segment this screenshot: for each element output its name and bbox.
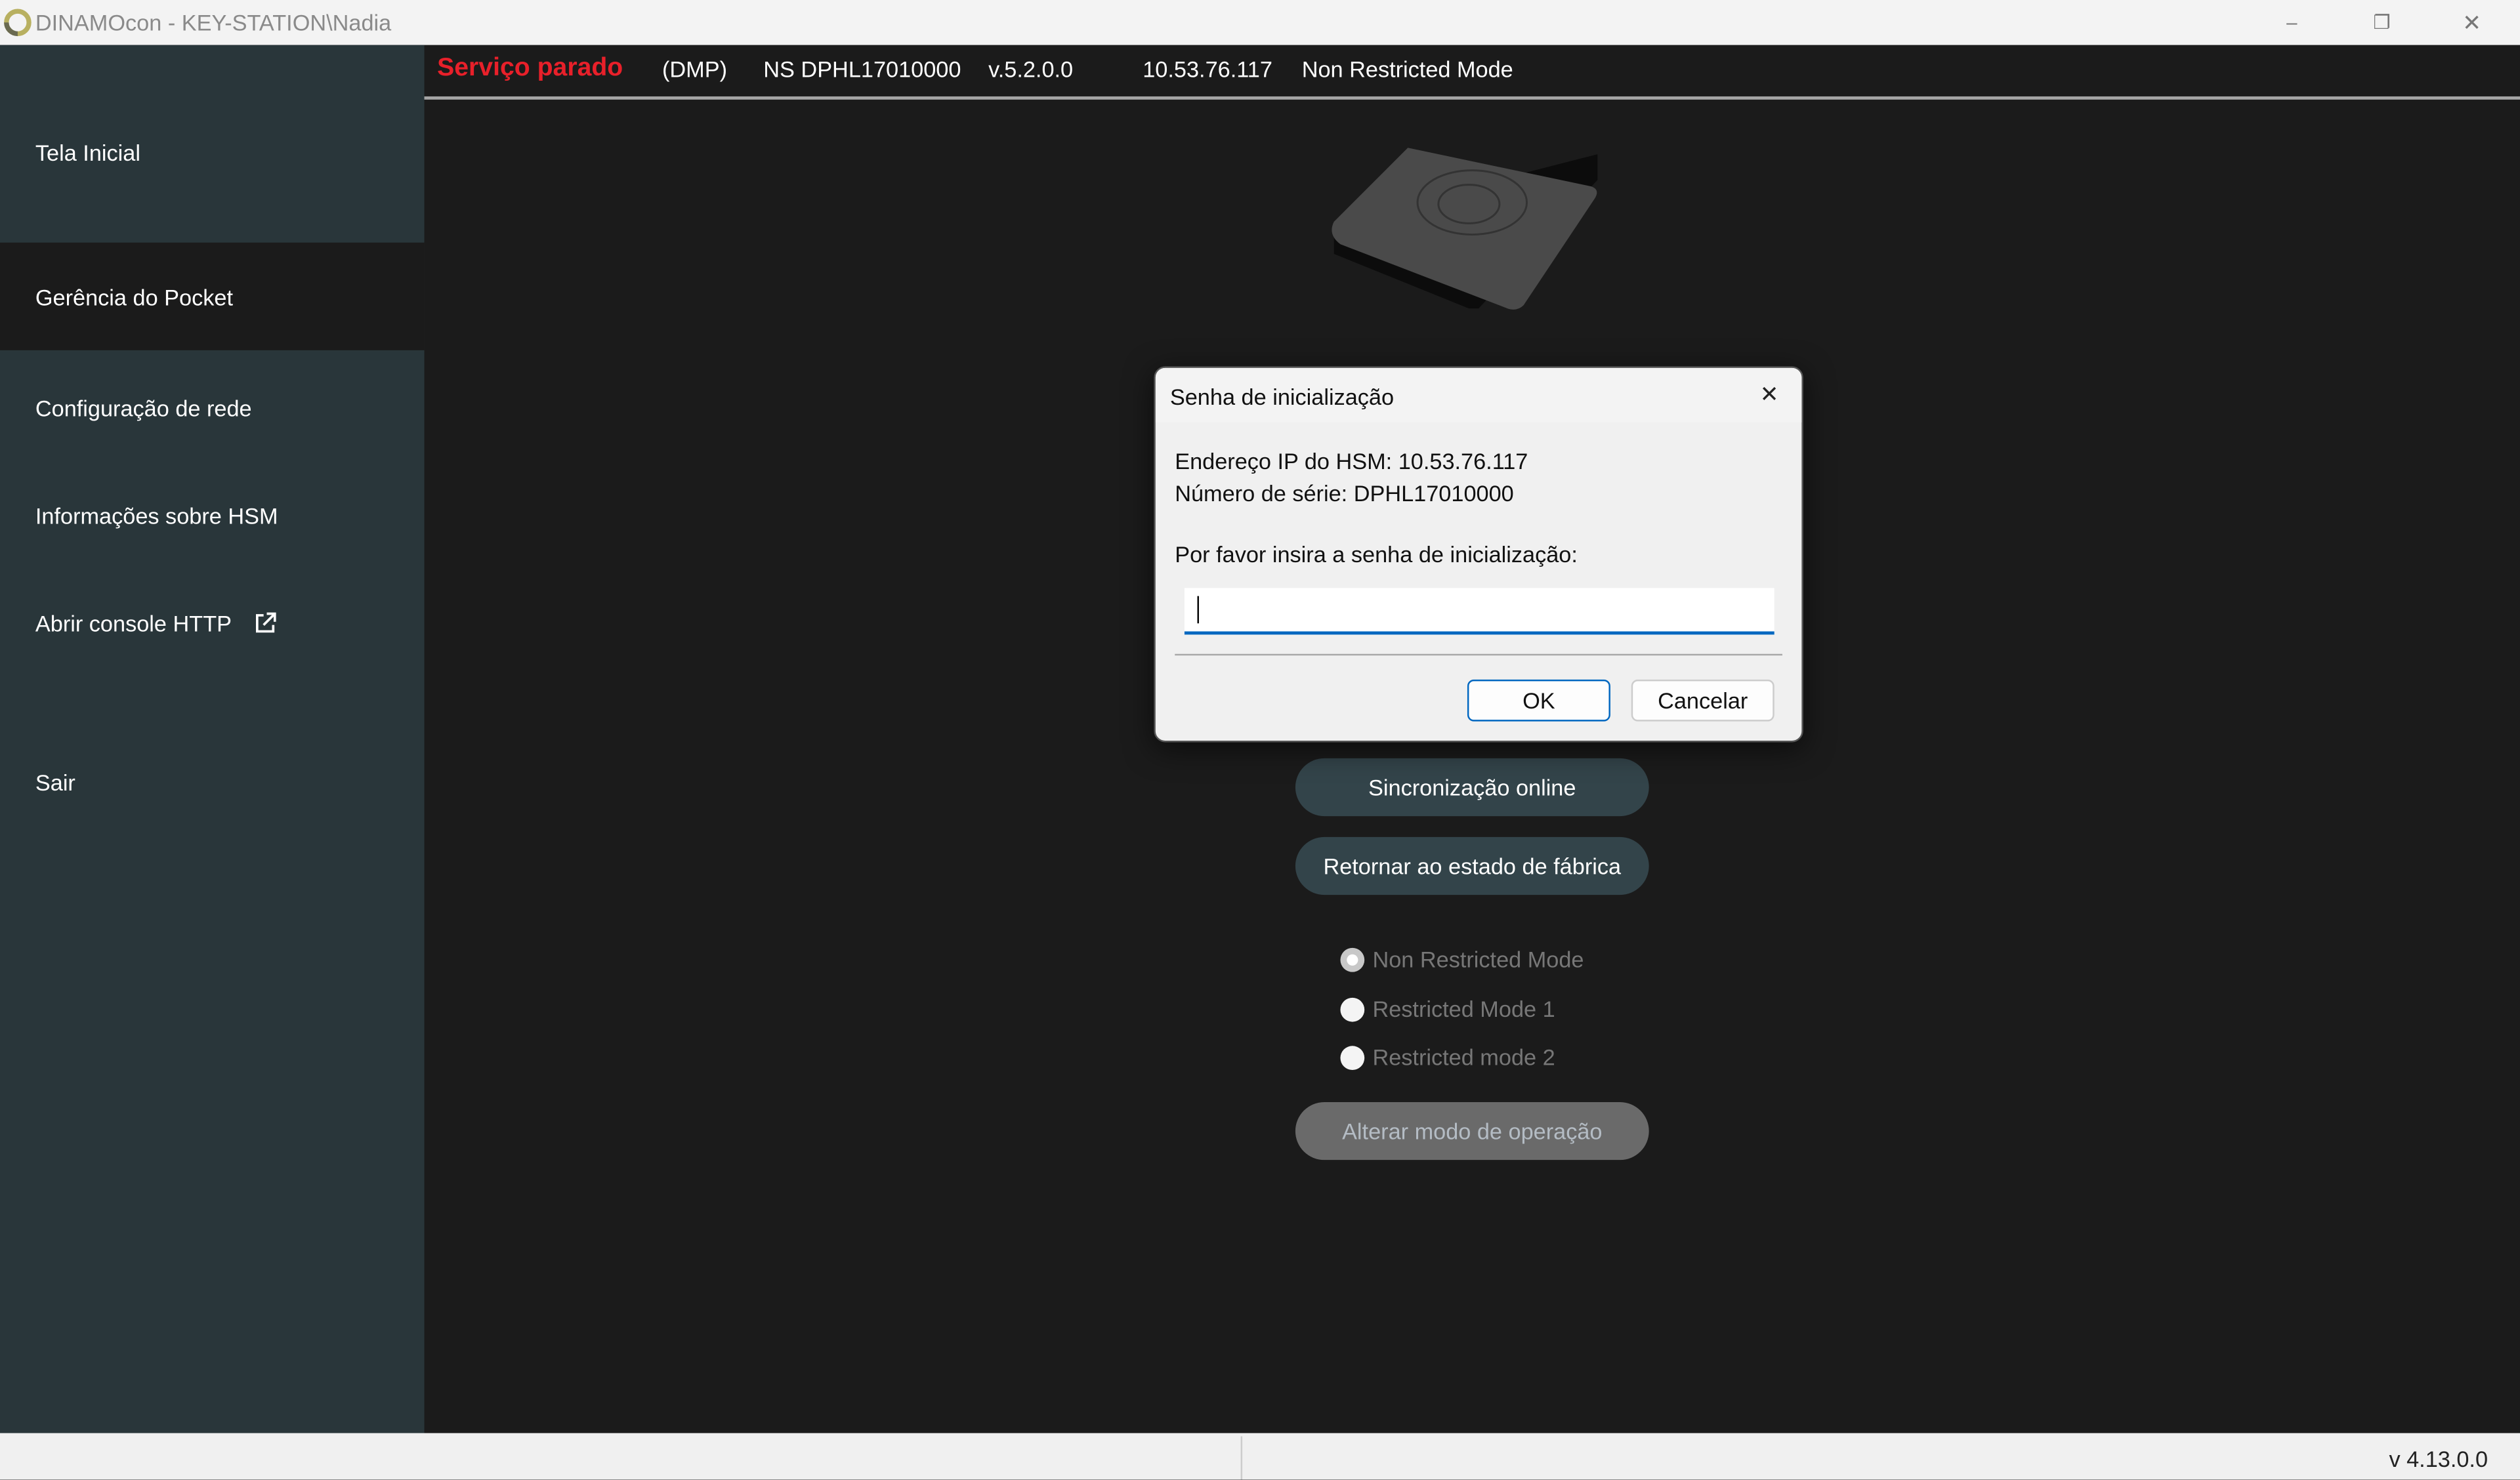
radio-icon <box>1340 1045 1365 1069</box>
app-version: v 4.13.0.0 <box>2389 1446 2488 1472</box>
restore-icon[interactable]: ❐ <box>2362 7 2401 39</box>
external-link-icon <box>256 612 276 633</box>
text-cursor <box>1197 596 1199 624</box>
serial-number: NS DPHL17010000 <box>763 56 961 82</box>
dialog-title: Senha de inicialização <box>1169 384 1395 410</box>
service-status: Serviço parado <box>437 54 623 82</box>
window-title: DINAMOcon - KEY-STATION\Nadia <box>35 9 392 35</box>
title-bar: DINAMOcon - KEY-STATION\Nadia – ❐ ✕ <box>0 0 2520 45</box>
radio-label: Non Restricted Mode <box>1372 946 1584 972</box>
sidebar: Tela Inicial Gerência do Pocket Configur… <box>0 45 425 1433</box>
operation-mode: Non Restricted Mode <box>1301 56 1513 82</box>
radio-restricted-mode-1[interactable]: Restricted Mode 1 <box>1340 996 1555 1022</box>
status-bar: v 4.13.0.0 <box>0 1433 2520 1480</box>
dialog-close-icon[interactable]: ✕ <box>1760 380 1779 408</box>
ok-button[interactable]: OK <box>1467 679 1610 722</box>
app-window: DINAMOcon - KEY-STATION\Nadia – ❐ ✕ Tela… <box>0 0 2520 1480</box>
radio-selected-icon <box>1340 947 1365 972</box>
sidebar-item-label: Tela Inicial <box>35 140 140 166</box>
sidebar-item-label: Sair <box>35 770 75 796</box>
close-icon[interactable]: ✕ <box>2452 7 2491 39</box>
password-input[interactable] <box>1184 588 1774 635</box>
minimize-icon[interactable]: – <box>2273 7 2311 39</box>
dialog-separator <box>1175 653 1782 656</box>
radio-icon <box>1340 997 1365 1021</box>
sidebar-item-label: Configuração de rede <box>35 395 252 421</box>
app-logo-icon <box>4 9 32 37</box>
firmware-version: v.5.2.0.0 <box>988 56 1074 82</box>
sidebar-item-configuracao-rede[interactable]: Configuração de rede <box>0 366 425 449</box>
sync-online-button[interactable]: Sincronização online <box>1295 758 1649 817</box>
radio-label: Restricted mode 2 <box>1372 1044 1555 1071</box>
sidebar-item-label: Informações sobre HSM <box>35 503 278 529</box>
init-password-dialog: Senha de inicialização ✕ Endereço IP do … <box>1154 366 1803 743</box>
factory-reset-button[interactable]: Retornar ao estado de fábrica <box>1295 836 1649 895</box>
dialog-prompt: Por favor insira a senha de inicializaçã… <box>1175 541 1578 567</box>
sidebar-item-tela-inicial[interactable]: Tela Inicial <box>0 100 425 206</box>
cancel-button[interactable]: Cancelar <box>1631 679 1774 722</box>
dialog-serial-line: Número de série: DPHL17010000 <box>1175 480 1514 506</box>
hsm-device-image <box>1332 148 1598 310</box>
dialog-title-bar: Senha de inicialização ✕ <box>1155 367 1802 423</box>
device-type: (DMP) <box>662 56 728 82</box>
radio-restricted-mode-2[interactable]: Restricted mode 2 <box>1340 1044 1555 1070</box>
sidebar-item-label: Gerência do Pocket <box>35 283 234 310</box>
radio-non-restricted-mode[interactable]: Non Restricted Mode <box>1340 946 1584 972</box>
dialog-ip-line: Endereço IP do HSM: 10.53.76.117 <box>1175 448 1528 474</box>
sidebar-item-gerencia-pocket[interactable]: Gerência do Pocket <box>0 242 425 350</box>
sidebar-item-sair[interactable]: Sair <box>0 741 425 824</box>
header-divider <box>424 96 2520 100</box>
ip-address: 10.53.76.117 <box>1143 56 1272 82</box>
radio-label: Restricted Mode 1 <box>1372 996 1555 1022</box>
sidebar-item-console-http[interactable]: Abrir console HTTP <box>0 582 425 665</box>
sidebar-item-informacoes-hsm[interactable]: Informações sobre HSM <box>0 474 425 557</box>
change-mode-button[interactable]: Alterar modo de operação <box>1295 1102 1649 1161</box>
sidebar-item-label: Abrir console HTTP <box>35 610 232 636</box>
status-divider <box>1240 1436 1243 1480</box>
